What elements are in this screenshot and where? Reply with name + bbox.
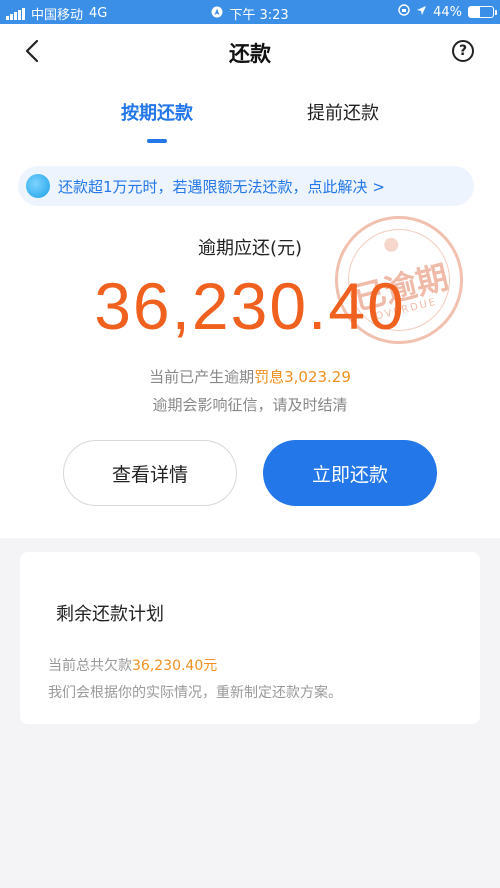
help-button[interactable]: ? [452, 40, 474, 62]
page-title: 还款 [229, 42, 271, 66]
limit-notice-banner[interactable]: 还款超1万元时，若遇限额无法还款，点此解决 > [18, 166, 474, 206]
notice-icon [26, 174, 50, 198]
status-bar: 中国移动 4G 下午 3:23 44% [0, 0, 500, 24]
plan-total-value: 36,230.40元 [132, 658, 218, 674]
credit-warning: 逾期会影响征信，请及时结清 [152, 396, 348, 414]
tab-scheduled-repayment[interactable]: 按期还款 [87, 99, 227, 125]
repay-now-button[interactable]: 立即还款 [263, 440, 437, 506]
plan-note: 我们会根据你的实际情况，重新制定还款方案。 [48, 685, 342, 701]
penalty-prefix: 当前已产生逾期 [149, 368, 255, 386]
tab-early-repayment[interactable]: 提前还款 [273, 99, 413, 125]
clock-label: 下午 3:23 [229, 8, 289, 23]
tab-bar: 按期还款 提前还款 [0, 99, 500, 149]
remaining-plan-card: 剩余还款计划 当前总共欠款36,230.40元 我们会根据你的实际情况，重新制定… [20, 552, 480, 724]
overdue-amount: 36,230.40 [94, 269, 406, 343]
penalty-info: 当前已产生逾期罚息3,023.29 [0, 366, 500, 387]
overdue-amount-label: 逾期应还(元) [197, 238, 303, 259]
view-details-button[interactable]: 查看详情 [63, 440, 237, 506]
overdue-card: 还款超1万元时，若遇限额无法还款，点此解决 > 已逾期 OVERDUE 逾期应还… [0, 148, 500, 538]
battery-icon [468, 6, 497, 18]
active-tab-indicator [147, 139, 167, 143]
lock-rotation-icon [398, 4, 410, 20]
plan-title: 剩余还款计划 [56, 604, 164, 625]
navigation-arrow-icon [416, 5, 427, 20]
battery-percent: 44% [433, 4, 462, 20]
location-icon [211, 6, 223, 22]
penalty-value: 罚息3,023.29 [254, 368, 351, 386]
header: 还款 ? 按期还款 提前还款 [0, 24, 500, 164]
notice-text: 还款超1万元时，若遇限额无法还款，点此解决 > [58, 177, 385, 196]
plan-total-prefix: 当前总共欠款 [48, 658, 132, 674]
plan-total: 当前总共欠款36,230.40元 [48, 655, 217, 675]
